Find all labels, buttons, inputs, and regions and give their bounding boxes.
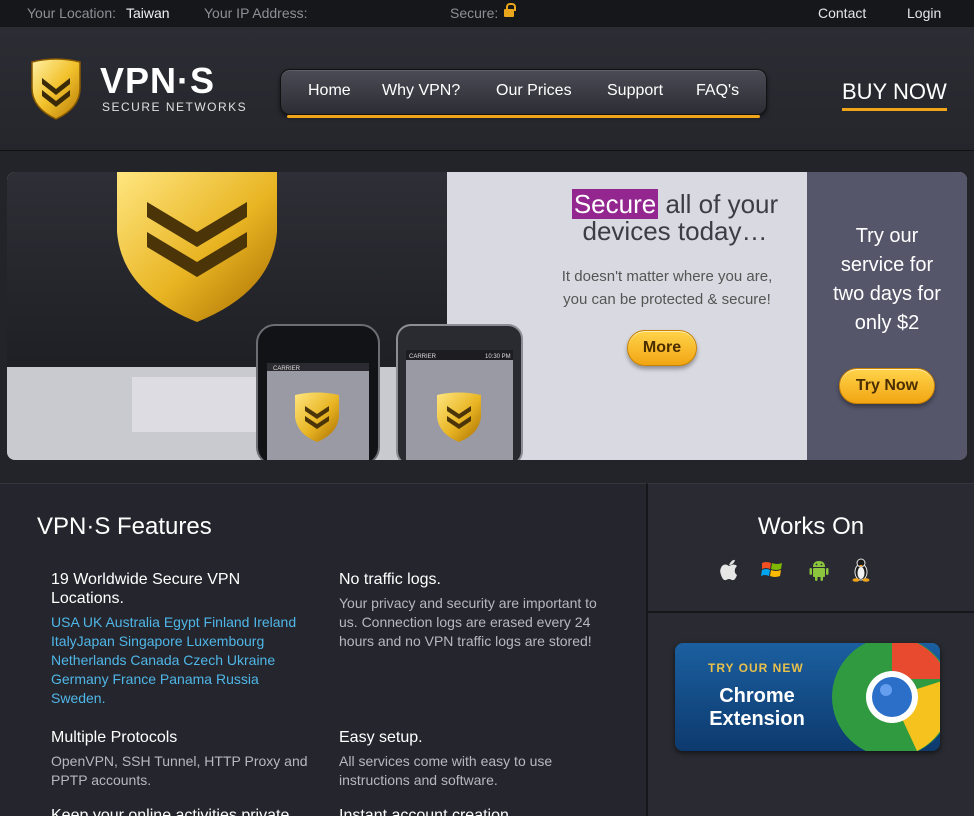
secure-status: Secure:	[450, 3, 517, 21]
headline-rest: all of your	[658, 189, 779, 219]
feature-private: Keep your online activities private	[51, 806, 311, 816]
trial-line4: only $2	[854, 312, 920, 334]
features-title: VPN·S Features	[37, 513, 212, 540]
hero-text-line2: you can be protected & secure!	[563, 291, 771, 308]
chrome-banner-small: TRY OUR NEW	[708, 661, 804, 675]
apple-icon[interactable]	[716, 557, 742, 583]
hero-description: It doesn't matter where you are, you can…	[537, 265, 797, 311]
contact-link[interactable]: Contact	[818, 5, 866, 21]
nav-support[interactable]: Support	[607, 82, 663, 100]
ip-label: Your IP Address:	[204, 5, 308, 21]
location-label: Your Location:	[27, 5, 116, 21]
trial-line3: two days for	[833, 283, 941, 305]
feature-title: Easy setup.	[339, 729, 423, 746]
feature-instant-account: Instant account creation	[339, 806, 599, 816]
trial-line1: Try our	[855, 225, 919, 247]
main-nav: Home Why VPN? Our Prices Support FAQ's	[280, 69, 767, 118]
feature-easy-setup: Easy setup. All services come with easy …	[339, 728, 599, 790]
trial-text: Try our service for two days for only $2	[807, 222, 967, 338]
buy-now-button[interactable]: BUY NOW	[842, 79, 947, 111]
top-utility-bar: Your Location: Taiwan Your IP Address: Se…	[0, 0, 974, 28]
feature-title: 19 Worldwide Secure VPN Locations.	[51, 571, 241, 607]
feature-title: Multiple Protocols	[51, 729, 178, 746]
chrome-extension-banner[interactable]: TRY OUR NEW Chrome Extension	[675, 643, 940, 751]
headline-highlight: Secure	[571, 189, 659, 219]
brand-tagline: SECURE NETWORKS	[102, 100, 248, 114]
feature-no-logs: No traffic logs. Your privacy and securi…	[339, 570, 599, 651]
android-icon[interactable]	[806, 557, 832, 583]
nav-faqs[interactable]: FAQ's	[696, 82, 739, 100]
feature-title: No traffic logs.	[339, 571, 441, 588]
feature-desc: All services come with easy to use instr…	[339, 753, 553, 788]
try-now-button[interactable]: Try Now	[839, 368, 935, 404]
chrome-extension-panel: TRY OUR NEW Chrome Extension	[646, 613, 974, 816]
nav-our-prices[interactable]: Our Prices	[496, 82, 572, 100]
secure-label: Secure:	[450, 5, 499, 21]
features-section: VPN·S Features 19 Worldwide Secure VPN L…	[0, 483, 646, 816]
feature-locations: 19 Worldwide Secure VPN Locations. USA U…	[51, 570, 311, 708]
locations-list[interactable]: USA UK Australia Egypt Finland Ireland I…	[51, 613, 311, 708]
chrome-banner-title: Chrome Extension	[697, 685, 817, 731]
chrome-banner-line1: Chrome	[719, 685, 795, 707]
feature-desc: Your privacy and security are important …	[339, 595, 597, 649]
feature-protocols: Multiple Protocols OpenVPN, SSH Tunnel, …	[51, 728, 311, 790]
linux-icon[interactable]	[848, 557, 874, 583]
chrome-logo-icon	[832, 643, 940, 751]
trial-panel: Try our service for two days for only $2…	[807, 172, 967, 460]
location-value: Taiwan	[126, 5, 170, 21]
gold-shield-chevron-icon[interactable]	[29, 58, 83, 120]
works-on-title: Works On	[757, 513, 865, 540]
location-info: Your Location: Taiwan	[27, 5, 170, 21]
feature-title: Keep your online activities private	[51, 807, 290, 816]
chrome-banner-line2: Extension	[709, 708, 805, 730]
trial-line2: service for	[840, 254, 934, 276]
login-link[interactable]: Login	[907, 5, 941, 21]
works-on-panel: Works On	[646, 483, 974, 613]
feature-title: Instant account creation	[339, 807, 509, 816]
nav-home[interactable]: Home	[308, 82, 351, 100]
feature-desc: OpenVPN, SSH Tunnel, HTTP Proxy and PPTP…	[51, 753, 308, 788]
hero-text-line1: It doesn't matter where you are,	[561, 268, 773, 285]
more-button[interactable]: More	[627, 330, 697, 366]
android-status-time: 10:30 PM	[485, 354, 511, 360]
hero-headline: Secure all of your devices today…	[555, 189, 795, 246]
headline-line2: devices today…	[582, 216, 768, 246]
brand-name[interactable]: VPN·S	[100, 60, 215, 102]
site-header: VPN·S SECURE NETWORKS Home Why VPN? Our …	[0, 28, 974, 151]
nav-why-vpn[interactable]: Why VPN?	[382, 82, 460, 100]
unlocked-padlock-icon	[504, 3, 517, 17]
windows-icon[interactable]	[759, 557, 785, 583]
android-status-carrier: CARRIER	[409, 354, 437, 360]
iphone-status-carrier: CARRIER	[273, 366, 301, 372]
hero-banner: CARRIER CARRIER 10:30 PM Secure all of y…	[7, 172, 967, 460]
